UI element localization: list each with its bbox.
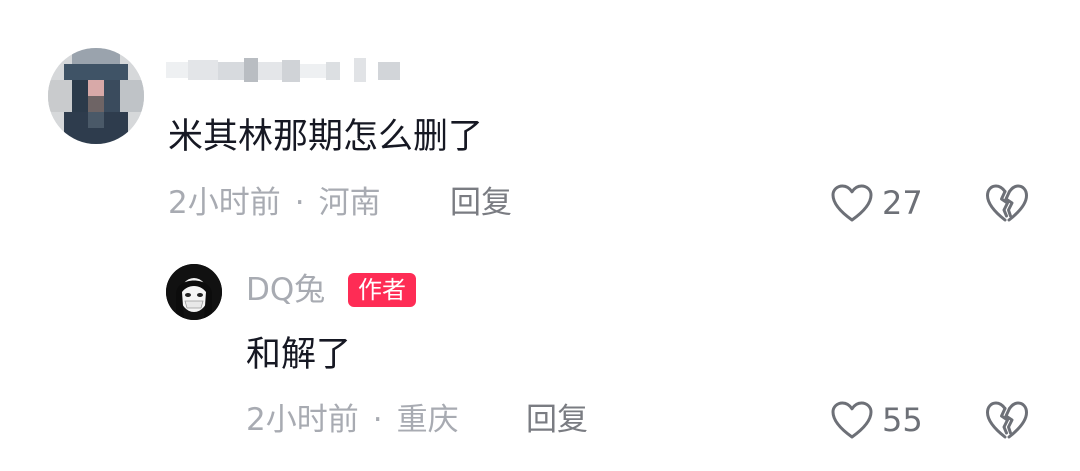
heart-outline-icon	[831, 401, 873, 439]
reply-meta: 2小时前 · 重庆	[246, 398, 459, 442]
reply-button[interactable]: 回复	[450, 181, 512, 225]
reply-location: 重庆	[396, 402, 459, 438]
reply-text: 和解了	[246, 335, 352, 375]
like-count: 55	[882, 401, 923, 439]
broken-heart-icon	[986, 401, 1028, 439]
reply-button[interactable]: 回复	[526, 398, 588, 442]
meta-separator: ·	[372, 402, 383, 438]
broken-heart-icon	[986, 184, 1028, 222]
meta-separator: ·	[294, 185, 305, 221]
heart-outline-icon	[831, 184, 873, 222]
blurred-username	[166, 58, 400, 82]
author-name[interactable]: DQ兔	[246, 268, 325, 312]
comment-location: 河南	[318, 185, 381, 221]
author-badge: 作者	[348, 273, 416, 307]
dislike-button[interactable]	[985, 183, 1029, 225]
anime-avatar-image	[166, 264, 222, 320]
like-button[interactable]: 55	[830, 398, 923, 442]
comment-time: 2小时前	[168, 185, 281, 221]
like-button[interactable]: 27	[830, 181, 923, 225]
comment-text: 米其林那期怎么删了	[168, 117, 484, 157]
dislike-button[interactable]	[985, 400, 1029, 442]
author-avatar[interactable]	[166, 264, 222, 320]
user-avatar[interactable]	[48, 48, 144, 144]
comment-meta: 2小时前 · 河南	[168, 181, 381, 225]
pixelated-avatar-image	[48, 48, 144, 144]
like-count: 27	[882, 184, 923, 222]
reply-time: 2小时前	[246, 402, 359, 438]
